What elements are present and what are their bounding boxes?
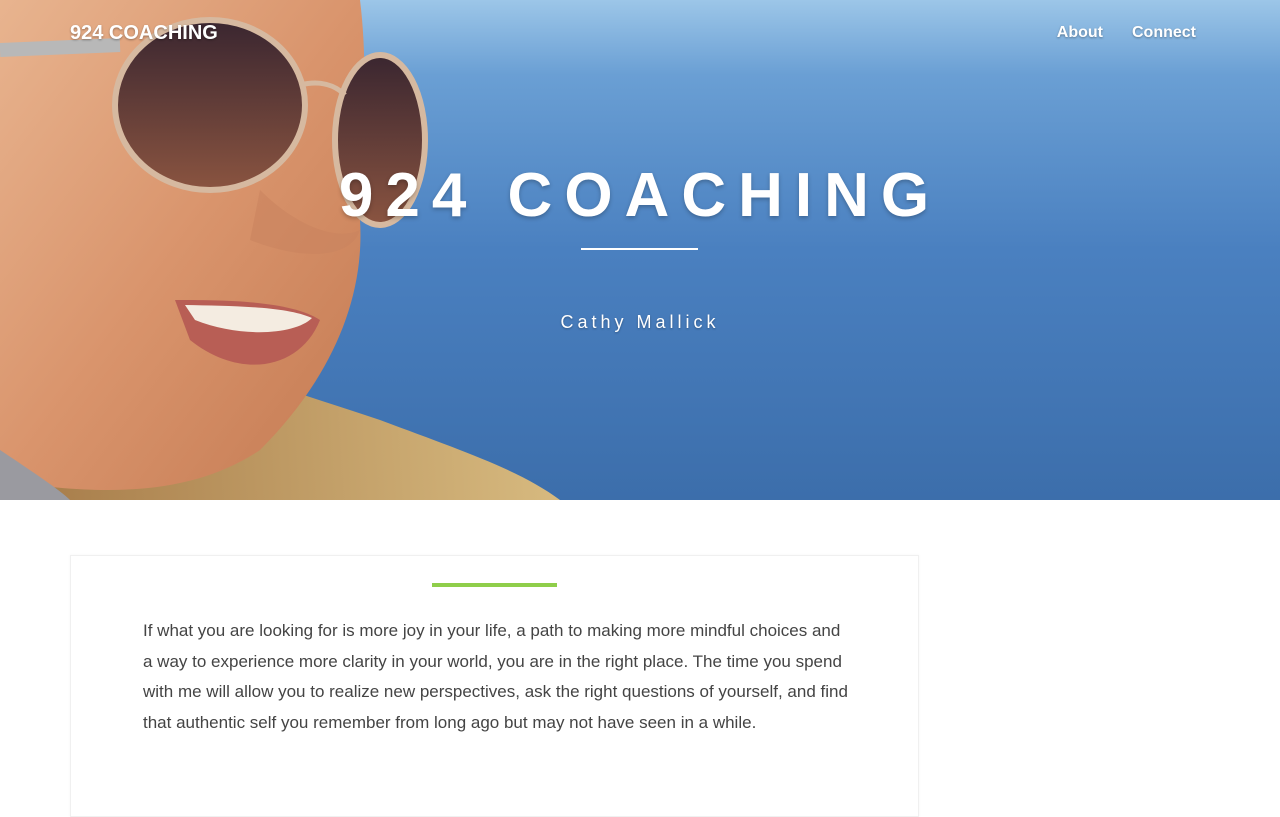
intro-card: If what you are looking for is more joy … bbox=[70, 555, 919, 817]
hero-divider bbox=[581, 248, 698, 250]
nav-about-link[interactable]: About bbox=[1057, 24, 1103, 42]
hero-title: 924 COACHING bbox=[338, 161, 942, 230]
hero-background-image bbox=[0, 0, 1280, 500]
hero-section: 924 COACHING About Connect 924 COACHING … bbox=[0, 0, 1280, 500]
site-logo[interactable]: 924 COACHING bbox=[70, 22, 218, 45]
accent-divider bbox=[432, 583, 557, 587]
hero-subtitle: Cathy Mallick bbox=[560, 312, 720, 332]
intro-paragraph: If what you are looking for is more joy … bbox=[143, 621, 848, 732]
nav-connect-link[interactable]: Connect bbox=[1132, 24, 1196, 42]
main-nav: About Connect bbox=[1057, 24, 1196, 42]
